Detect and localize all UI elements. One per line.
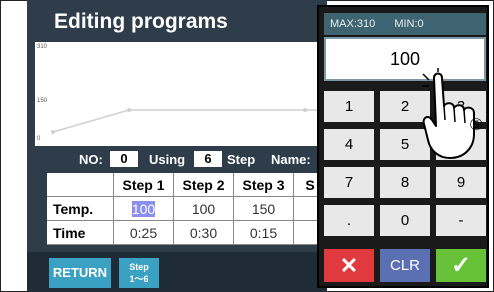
max-limit-label: MAX:310 (330, 18, 376, 30)
cancel-button[interactable]: ✕ (324, 249, 374, 282)
bottom-bar: RETURN Step 1～6 (27, 252, 327, 292)
key-9[interactable]: 9 (436, 167, 486, 198)
temp-step1-value: 100 (131, 201, 156, 217)
profile-point (51, 130, 55, 134)
program-no-label: NO: (79, 152, 103, 167)
temp-step3-cell[interactable]: 150 (234, 197, 294, 221)
program-no-field[interactable]: 0 (110, 151, 138, 167)
table-header-step2: Step 2 (174, 173, 234, 197)
step-range-line1: Step (129, 262, 149, 272)
program-info-row: NO: 0 Using 6 Step Name: (27, 150, 327, 170)
clear-button[interactable]: CLR (380, 249, 430, 282)
step-label: Step (227, 152, 256, 167)
key-minus[interactable]: - (436, 205, 486, 236)
profile-point (303, 108, 307, 112)
confirm-button[interactable]: ✓ (436, 249, 486, 282)
name-label: Name: (271, 152, 311, 167)
step-range-button[interactable]: Step 1～6 (119, 258, 159, 288)
temperature-profile-chart: 310 150 0 (35, 42, 327, 146)
key-8[interactable]: 8 (380, 167, 430, 198)
page-title: Editing programs (54, 10, 228, 33)
table-header-step1: Step 1 (114, 173, 174, 197)
row-label-temp: Temp. (47, 197, 114, 221)
row-label-time: Time (47, 221, 114, 245)
step-range-line2: 1～6 (129, 274, 149, 284)
return-button[interactable]: RETURN (49, 258, 111, 288)
key-decimal[interactable]: . (324, 205, 374, 236)
key-7[interactable]: 7 (324, 167, 374, 198)
profile-line (51, 108, 327, 134)
time-step3-cell[interactable]: 0:15 (234, 221, 294, 245)
table-header-step3: Step 3 (234, 173, 294, 197)
step-marker-label: ⑥ (469, 115, 483, 134)
pointing-hand-icon: ⑥ (422, 68, 483, 159)
time-step2-cell[interactable]: 0:30 (174, 221, 234, 245)
steps-table: Step 1 Step 2 Step 3 S Temp. 100 100 150… (47, 173, 327, 245)
limits-bar: MAX:310 MIN:0 (324, 13, 486, 35)
profile-point (127, 108, 131, 112)
using-steps-field[interactable]: 6 (194, 151, 222, 167)
editing-programs-screen: Editing programs 20 310 150 0 NO: 0 Usin… (27, 0, 327, 292)
temp-step1-cell[interactable]: 100 (114, 197, 174, 221)
temp-step2-cell[interactable]: 100 (174, 197, 234, 221)
key-0[interactable]: 0 (380, 205, 430, 236)
table-corner (47, 173, 114, 197)
key-4[interactable]: 4 (324, 129, 374, 160)
min-limit-label: MIN:0 (394, 18, 424, 30)
time-step1-cell[interactable]: 0:25 (114, 221, 174, 245)
using-label: Using (149, 152, 186, 167)
key-1[interactable]: 1 (324, 91, 374, 122)
